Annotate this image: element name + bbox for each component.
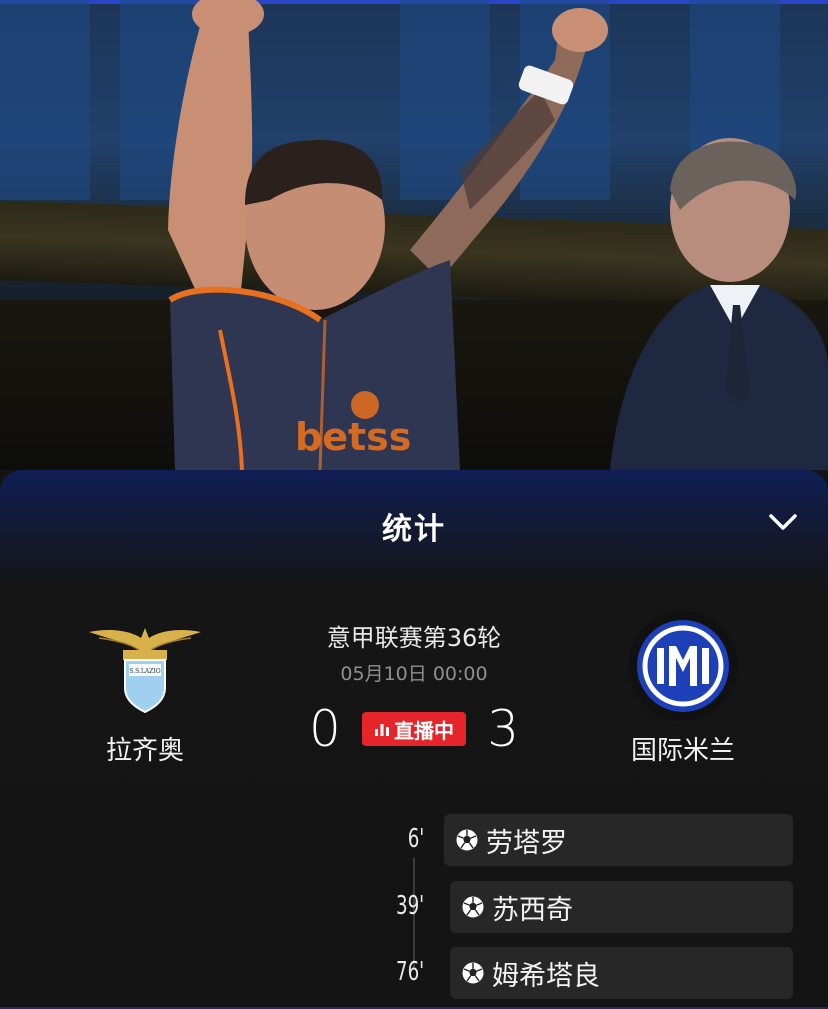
goal-event: 39' 苏西奇 <box>0 881 828 933</box>
kickoff-time: 05月10日 00:00 <box>340 663 488 685</box>
goal-card[interactable]: 苏西奇 <box>450 881 793 933</box>
stats-panel: 统计 S.S.LAZIO 拉齐奥 意甲联赛第36轮 05月10日 00:00 0 <box>0 470 828 1009</box>
away-team[interactable]: 国际米兰 <box>583 610 783 767</box>
live-label: 直播中 <box>394 718 454 743</box>
coach-figure <box>610 138 828 470</box>
bar-chart-icon <box>375 724 389 736</box>
goal-card[interactable]: 姆希塔良 <box>450 947 793 999</box>
scorer-name: 姆希塔良 <box>492 960 600 992</box>
lazio-crest-icon: S.S.LAZIO <box>89 628 201 714</box>
home-team[interactable]: S.S.LAZIO 拉齐奥 <box>45 610 245 767</box>
home-team-name: 拉齐奥 <box>105 736 184 766</box>
video-player[interactable]: betss <box>0 0 828 470</box>
inter-crest-icon <box>628 611 738 721</box>
away-score: 3 <box>487 700 519 758</box>
competition-round: 意甲联赛第36轮 <box>326 624 502 652</box>
scorer-name: 劳塔罗 <box>486 827 567 859</box>
soccer-ball-icon <box>462 896 484 918</box>
soccer-ball-icon <box>456 829 478 851</box>
stand-decoration <box>0 0 90 200</box>
player-figure: betss <box>168 0 608 470</box>
goal-minute: 76' <box>395 957 424 987</box>
away-team-name: 国际米兰 <box>630 736 735 766</box>
goal-event: 76' 姆希塔良 <box>0 947 828 999</box>
scoreline: 0 直播中 3 <box>264 700 564 770</box>
goal-minute: 6' <box>407 824 424 854</box>
panel-title: 统计 <box>382 512 446 547</box>
goal-minute: 39' <box>395 891 424 921</box>
chevron-down-icon[interactable] <box>766 508 800 534</box>
scorer-name: 苏西奇 <box>492 894 573 926</box>
goal-card[interactable]: 劳塔罗 <box>444 814 793 866</box>
live-badge[interactable]: 直播中 <box>362 712 466 746</box>
match-info: 意甲联赛第36轮 05月10日 00:00 0 直播中 3 <box>264 618 564 770</box>
svg-text:S.S.LAZIO: S.S.LAZIO <box>129 668 160 675</box>
svg-text:betss: betss <box>295 415 411 459</box>
home-score: 0 <box>309 700 341 758</box>
soccer-ball-icon <box>462 962 484 984</box>
goal-event: 6' 劳塔罗 <box>0 814 828 866</box>
